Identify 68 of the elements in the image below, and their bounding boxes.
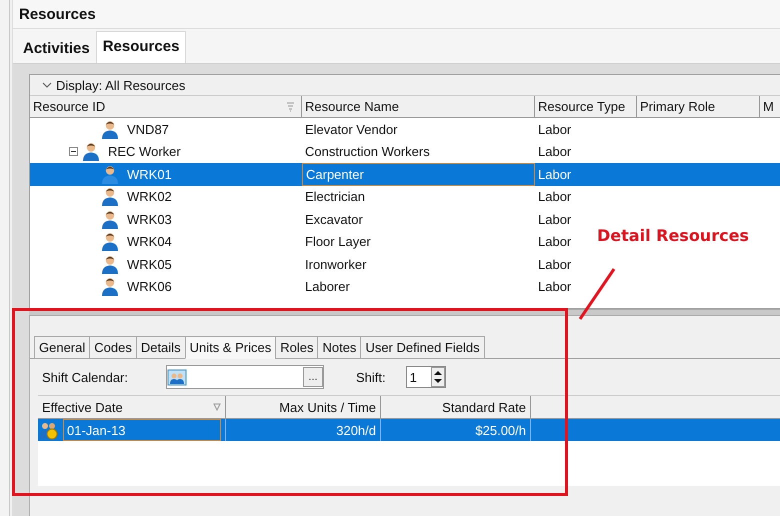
column-header[interactable]: Standard Rate	[442, 400, 526, 414]
resource-type: Labor	[538, 212, 572, 227]
column-header[interactable]: Primary Role	[640, 99, 716, 114]
tab[interactable]: User Defined Fields	[360, 336, 485, 359]
resource-type: Labor	[538, 122, 572, 137]
tab[interactable]: Roles	[275, 336, 318, 359]
rate-cell: $25.00/h	[475, 422, 526, 438]
column-header[interactable]: Resource Type	[538, 99, 626, 114]
person-icon	[101, 232, 119, 252]
resource-id[interactable]: WRK01	[127, 166, 172, 182]
resource-id[interactable]: WRK05	[127, 256, 172, 272]
resource-name: Excavator	[305, 212, 363, 227]
person-icon	[101, 277, 119, 296]
column-header[interactable]: Effective Date	[42, 400, 123, 414]
resource-name: Carpenter	[306, 166, 364, 182]
resource-id[interactable]: WRK04	[127, 234, 172, 250]
resource-id[interactable]: WRK03	[127, 212, 172, 227]
person-icon	[101, 120, 119, 139]
tab[interactable]: Codes	[89, 336, 136, 359]
column-header[interactable]: M	[763, 99, 774, 114]
person-icon	[101, 164, 119, 184]
selected-row[interactable]: WRK01 Carpenter Labor	[30, 163, 780, 186]
field-label: Shift Calendar:	[42, 370, 128, 384]
column-header[interactable]: Max Units / Time	[279, 400, 376, 414]
chevron-down-icon[interactable]	[42, 82, 52, 88]
resource-name: Ironworker	[305, 256, 366, 272]
resource-type: Labor	[538, 256, 572, 272]
person-icon	[101, 210, 119, 229]
rate-row[interactable]: 01-Jan-13 320h/d $25.00/h	[38, 419, 780, 441]
resource-name: Laborer	[305, 279, 350, 294]
person-icon	[82, 142, 100, 162]
units-cell: 320h/d	[336, 422, 376, 438]
resource-type: Labor	[538, 189, 572, 204]
tab[interactable]: Units & Prices	[184, 336, 276, 359]
browse-button[interactable]: ...	[303, 367, 323, 387]
column-header[interactable]: Resource ID	[33, 99, 106, 114]
column-header[interactable]: Resource Name	[305, 99, 399, 114]
field-label: Shift:	[356, 370, 386, 384]
tab[interactable]: Notes	[317, 336, 360, 359]
people-coin-icon	[38, 420, 60, 440]
resource-name: Elevator Vendor	[305, 122, 398, 137]
spin-arrows-icon[interactable]	[430, 367, 445, 387]
resource-name: Construction Workers	[305, 144, 430, 160]
tab[interactable]: Resources	[96, 31, 186, 63]
resource-type: Labor	[538, 279, 572, 294]
person-icon	[101, 187, 119, 206]
display-filter[interactable]: Display: All Resources	[56, 78, 186, 92]
resource-name: Electrician	[305, 189, 365, 204]
resource-type: Labor	[538, 234, 572, 250]
resource-id[interactable]: VND87	[127, 122, 169, 137]
resource-id[interactable]: WRK06	[127, 279, 172, 294]
window-title: Resources	[13, 0, 780, 29]
resource-type: Labor	[538, 144, 572, 160]
calendar-field[interactable]: ...	[166, 365, 324, 389]
tab[interactable]: General	[34, 336, 90, 359]
collapse-icon[interactable]	[69, 147, 78, 156]
person-icon	[101, 254, 119, 274]
calendar-people-icon	[167, 368, 187, 386]
resource-name: Floor Layer	[305, 234, 371, 250]
resource-id[interactable]: WRK02	[127, 189, 172, 204]
shift-spinner[interactable]: 1	[406, 366, 446, 388]
resource-type: Labor	[538, 166, 572, 182]
date-cell: 01-Jan-13	[63, 419, 221, 441]
tab[interactable]: Details	[136, 336, 185, 359]
tab[interactable]: Activities	[17, 34, 96, 63]
leader-line	[578, 267, 616, 321]
resource-id[interactable]: REC Worker	[108, 144, 181, 160]
annotation-label: Detail Resources	[597, 226, 749, 245]
